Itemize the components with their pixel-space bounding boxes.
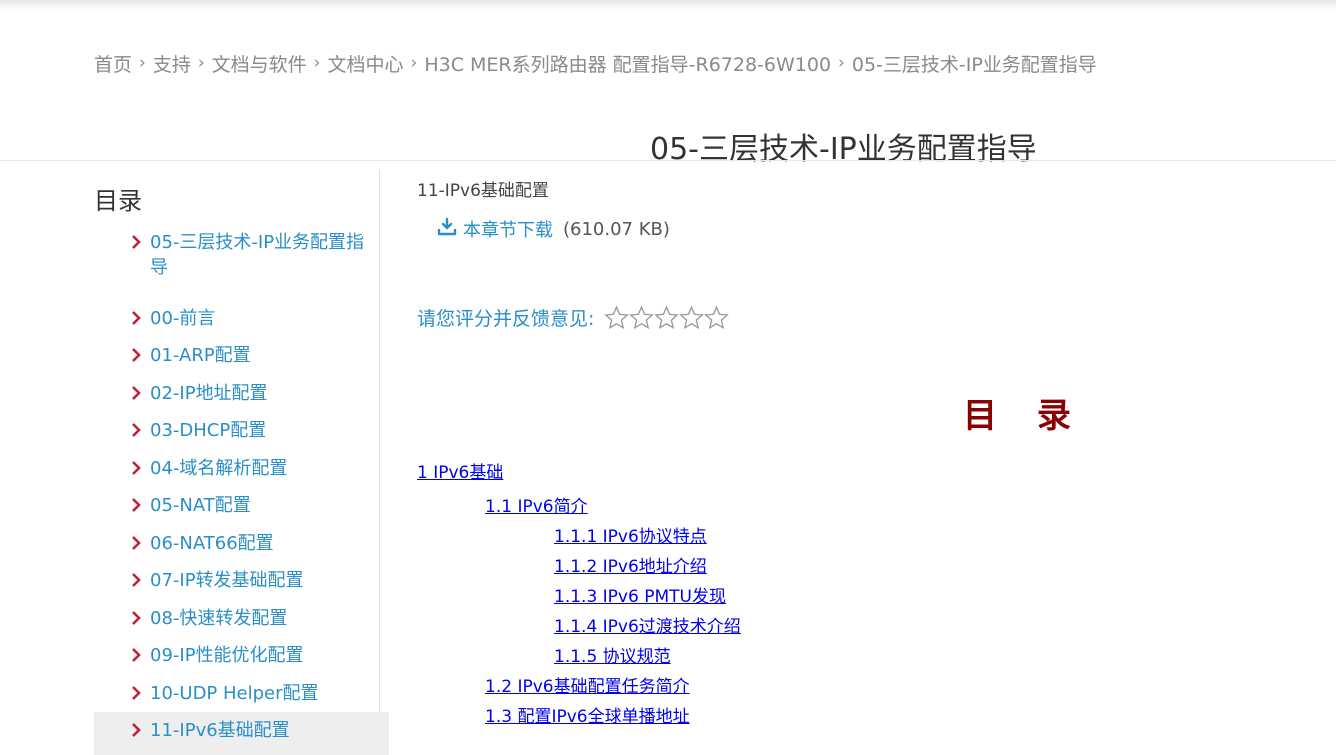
chevron-right-icon	[132, 573, 141, 587]
sidebar-item[interactable]: 00-前言	[94, 306, 389, 331]
sidebar-item[interactable]: 07-IP转发基础配置	[94, 568, 389, 593]
toc-link[interactable]: 1.2 IPv6基础配置任务简介	[485, 672, 690, 697]
chevron-right-icon	[132, 311, 141, 325]
sidebar-item[interactable]: 03-DHCP配置	[94, 418, 389, 443]
sidebar-item[interactable]: 06-NAT66配置	[94, 531, 389, 556]
breadcrumb-docs-software[interactable]: 文档与软件	[212, 50, 307, 77]
toc-link[interactable]: 1 IPv6基础	[417, 458, 503, 483]
toc-title: 目 录	[963, 396, 1085, 436]
chevron-right-icon	[132, 235, 141, 249]
breadcrumb-home[interactable]: 首页	[94, 50, 132, 77]
sidebar-item-label: 09-IP性能优化配置	[150, 645, 304, 666]
sidebar-item-label: 08-快速转发配置	[150, 608, 288, 629]
breadcrumb-support[interactable]: 支持	[153, 50, 191, 77]
breadcrumb-separator: ›	[197, 53, 205, 73]
toc-link[interactable]: 1.1.2 IPv6地址介绍	[554, 552, 707, 577]
rating-row: 请您评分并反馈意见:	[417, 304, 730, 331]
chevron-right-icon	[132, 423, 141, 437]
toc-link[interactable]: 1.3 配置IPv6全球单播地址	[485, 702, 690, 727]
chevron-right-icon	[132, 461, 141, 475]
chevron-right-icon	[132, 611, 141, 625]
toc-link[interactable]: 1.1 IPv6简介	[485, 492, 588, 517]
sidebar-item-label: 00-前言	[150, 308, 216, 329]
sidebar-item-label: 11-IPv6基础配置	[150, 720, 290, 741]
chevron-right-icon	[132, 723, 141, 737]
sidebar-item[interactable]: 08-快速转发配置	[94, 606, 389, 631]
sidebar-item[interactable]: 01-ARP配置	[94, 343, 389, 368]
breadcrumb-separator: ›	[313, 53, 321, 73]
sidebar-item-label: 04-域名解析配置	[150, 458, 288, 479]
sidebar-item-label: 01-ARP配置	[150, 345, 251, 366]
sidebar-item[interactable]: 10-UDP Helper配置	[94, 681, 389, 706]
chevron-right-icon	[132, 648, 141, 662]
page-title: 05-三层技术-IP业务配置指导	[650, 132, 1037, 167]
sidebar-item[interactable]: 04-域名解析配置	[94, 456, 389, 481]
download-chapter-link[interactable]: 本章节下载	[463, 216, 553, 242]
toc-link[interactable]: 1.1.4 IPv6过渡技术介绍	[554, 612, 741, 637]
breadcrumb: 首页 › 支持 › 文档与软件 › 文档中心 › H3C MER系列路由器 配置…	[94, 50, 1097, 76]
breadcrumb-separator: ›	[139, 53, 146, 73]
sidebar-item[interactable]: 05-三层技术-IP业务配置指导	[94, 230, 389, 280]
toc-link[interactable]: 1.1.3 IPv6 PMTU发现	[554, 582, 726, 607]
header-shadow	[0, 0, 1336, 10]
chevron-right-icon	[132, 348, 141, 362]
section-label: 11-IPv6基础配置	[417, 181, 549, 201]
star-icon[interactable]	[654, 305, 680, 330]
rating-stars	[604, 305, 730, 330]
chevron-right-icon	[132, 498, 141, 512]
star-icon[interactable]	[604, 305, 630, 330]
star-icon[interactable]	[679, 305, 705, 330]
sidebar-item-label: 10-UDP Helper配置	[150, 683, 319, 704]
chevron-right-icon	[132, 686, 141, 700]
download-icon[interactable]	[437, 217, 457, 242]
breadcrumb-current[interactable]: 05-三层技术-IP业务配置指导	[852, 50, 1097, 77]
sidebar-item-label: 05-NAT配置	[150, 495, 251, 516]
sidebar-item-label: 02-IP地址配置	[150, 383, 268, 404]
sidebar-heading: 目录	[94, 187, 142, 215]
chevron-right-icon	[132, 386, 141, 400]
download-row: 本章节下载 (610.07 KB)	[437, 216, 670, 242]
toc-link[interactable]: 1.1.5 协议规范	[554, 642, 671, 667]
sidebar-item[interactable]: 09-IP性能优化配置	[94, 643, 389, 668]
chevron-right-icon	[132, 536, 141, 550]
breadcrumb-separator: ›	[410, 53, 418, 73]
breadcrumb-separator: ›	[838, 53, 845, 73]
title-divider	[0, 160, 1336, 161]
sidebar-item-label: 05-三层技术-IP业务配置指导	[150, 232, 365, 278]
rating-label: 请您评分并反馈意见:	[417, 308, 595, 330]
sidebar-item-label: 03-DHCP配置	[150, 420, 267, 441]
breadcrumb-product-guide[interactable]: H3C MER系列路由器 配置指导-R6728-6W100	[424, 50, 831, 77]
sidebar-item-label: 06-NAT66配置	[150, 533, 274, 554]
star-icon[interactable]	[629, 305, 655, 330]
toc-link[interactable]: 1.1.1 IPv6协议特点	[554, 522, 707, 547]
star-icon[interactable]	[704, 305, 730, 330]
sidebar-toc: 目录 05-三层技术-IP业务配置指导 00-前言 01-ARP配置 02-IP地址配…	[94, 170, 389, 755]
breadcrumb-doc-center[interactable]: 文档中心	[327, 50, 403, 77]
sidebar-item[interactable]: 02-IP地址配置	[94, 381, 389, 406]
sidebar-item[interactable]: 05-NAT配置	[94, 493, 389, 518]
download-file-size: (610.07 KB)	[563, 218, 670, 240]
sidebar-item-label: 07-IP转发基础配置	[150, 570, 304, 591]
